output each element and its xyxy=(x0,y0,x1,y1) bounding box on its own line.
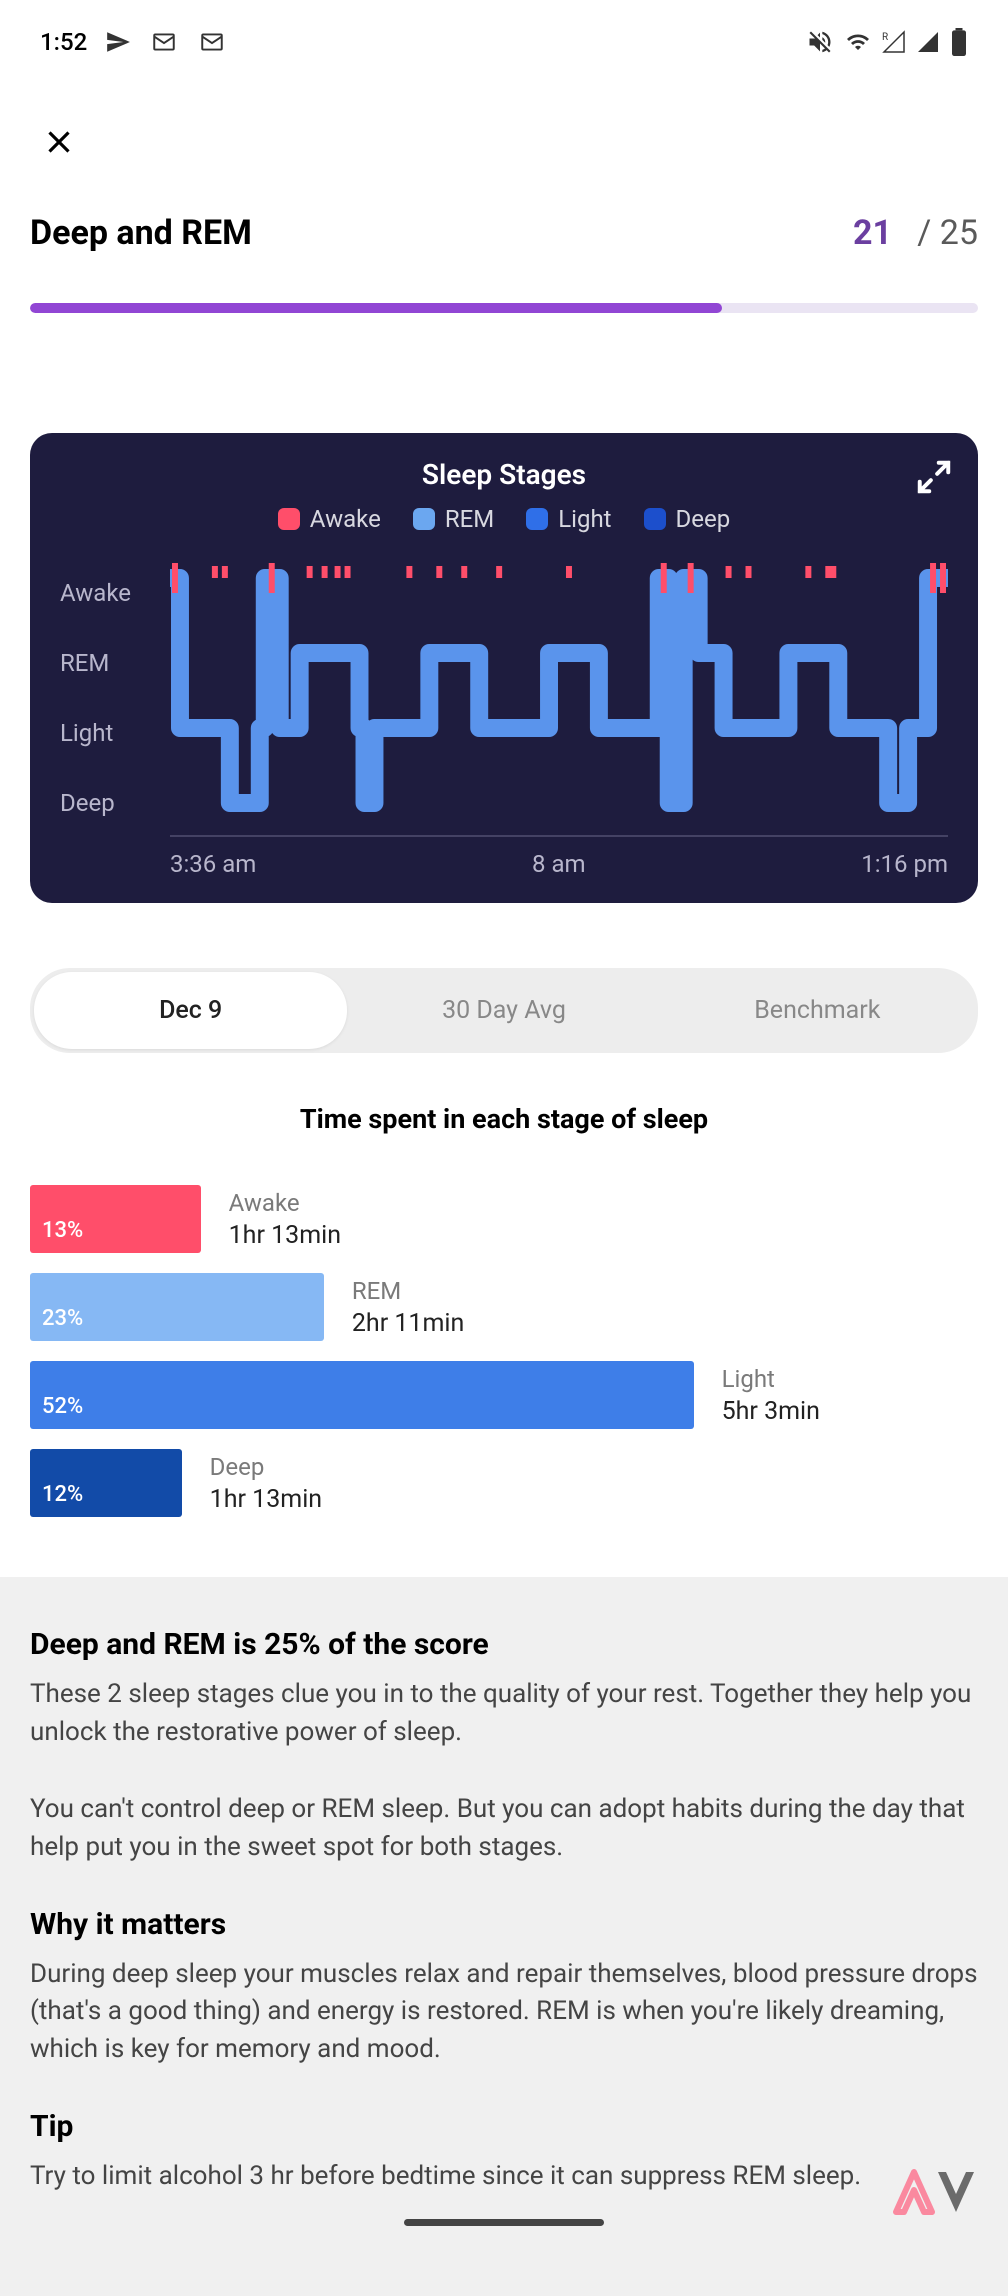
score: 21 / 25 xyxy=(853,213,978,253)
stage-bar-light: 52% xyxy=(30,1361,694,1429)
section-heading: Time spent in each stage of sleep xyxy=(0,1103,1008,1135)
signal-icon xyxy=(916,30,940,54)
close-button[interactable] xyxy=(40,116,978,173)
wifi-icon xyxy=(844,30,872,54)
stage-row-deep: 12% Deep 1hr 13min xyxy=(30,1449,978,1517)
mail-icon xyxy=(149,29,179,55)
stage-time: 5hr 3min xyxy=(722,1397,820,1426)
battery-icon xyxy=(950,28,968,56)
info-section: Deep and REM is 25% of the score These 2… xyxy=(0,1577,1008,2296)
expand-icon[interactable] xyxy=(915,458,953,500)
info-text-3: During deep sleep your muscles relax and… xyxy=(30,1956,978,2069)
info-text-1: These 2 sleep stages clue you in to the … xyxy=(30,1676,978,1751)
signal-icon-r: R xyxy=(882,30,906,54)
info-text-4: Try to limit alcohol 3 hr before bedtime… xyxy=(30,2158,978,2196)
stage-time: 2hr 11min xyxy=(352,1309,464,1338)
mute-icon xyxy=(806,28,834,56)
stage-bars: 13% Awake 1hr 13min 23% REM 2hr 11min 52… xyxy=(30,1185,978,1517)
score-max: 25 xyxy=(940,213,978,253)
tab-30day-avg[interactable]: 30 Day Avg xyxy=(347,972,660,1049)
svg-text:R: R xyxy=(882,32,888,43)
page-title: Deep and REM xyxy=(30,213,252,253)
stage-row-awake: 13% Awake 1hr 13min xyxy=(30,1185,978,1253)
chart-legend: Awake REM Light Deep xyxy=(60,505,948,533)
tabs: Dec 9 30 Day Avg Benchmark xyxy=(30,968,978,1053)
legend-deep: Deep xyxy=(644,505,731,533)
hypnogram-line xyxy=(170,578,948,803)
chart-y-labels: Awake REM Light Deep xyxy=(60,558,170,838)
score-value: 21 xyxy=(853,213,892,253)
info-heading-3: Tip xyxy=(30,2109,978,2144)
tab-dec9[interactable]: Dec 9 xyxy=(34,972,347,1049)
legend-awake: Awake xyxy=(278,505,381,533)
stage-bar-deep: 12% xyxy=(30,1449,182,1517)
stage-time: 1hr 13min xyxy=(229,1221,341,1250)
stage-name: Awake xyxy=(229,1189,341,1217)
legend-rem: REM xyxy=(413,505,494,533)
info-heading-2: Why it matters xyxy=(30,1907,978,1942)
legend-light: Light xyxy=(526,505,611,533)
awake-markers xyxy=(175,563,943,593)
progress-fill xyxy=(30,303,722,313)
stage-row-light: 52% Light 5hr 3min xyxy=(30,1361,978,1429)
chart-x-axis: 3:36 am 8 am 1:16 pm xyxy=(60,850,948,878)
status-bar: 1:52 R xyxy=(0,0,1008,76)
send-icon xyxy=(105,29,131,55)
stage-name: REM xyxy=(352,1277,464,1305)
stage-bar-rem: 23% xyxy=(30,1273,324,1341)
info-text-2: You can't control deep or REM sleep. But… xyxy=(30,1791,978,1866)
stage-time: 1hr 13min xyxy=(210,1485,322,1514)
tab-benchmark[interactable]: Benchmark xyxy=(661,972,974,1049)
mail-icon-2 xyxy=(197,29,227,55)
header: Deep and REM 21 / 25 xyxy=(0,76,1008,283)
stage-row-rem: 23% REM 2hr 11min xyxy=(30,1273,978,1341)
stage-name: Deep xyxy=(210,1453,322,1481)
chart-title: Sleep Stages xyxy=(60,458,948,491)
sleep-stages-chart-card: Sleep Stages Awake REM Light Deep Awake … xyxy=(30,433,978,903)
score-separator: / xyxy=(900,213,939,253)
status-time: 1:52 xyxy=(40,28,87,56)
watermark-logo xyxy=(888,2164,988,2224)
progress-bar xyxy=(30,303,978,313)
stage-bar-awake: 13% xyxy=(30,1185,201,1253)
stage-name: Light xyxy=(722,1365,820,1393)
info-heading-1: Deep and REM is 25% of the score xyxy=(30,1627,978,1662)
chart-area[interactable] xyxy=(170,558,948,838)
nav-handle[interactable] xyxy=(404,2219,604,2226)
